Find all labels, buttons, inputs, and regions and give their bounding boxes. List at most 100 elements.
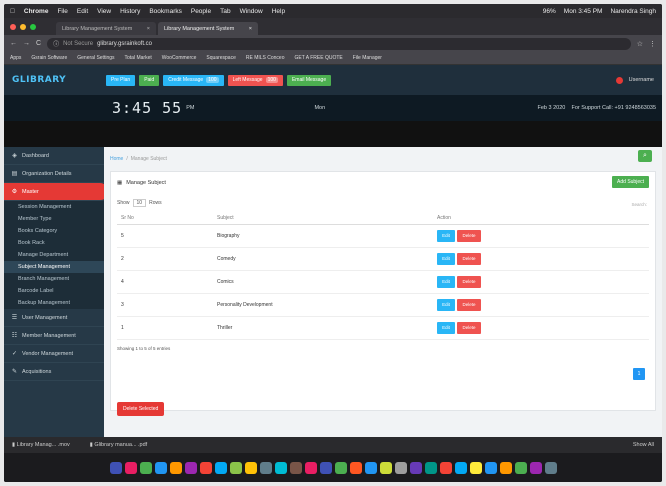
submenu-books-category[interactable]: Books Category [4,225,104,237]
delete-button[interactable]: Delete [457,229,481,242]
bookmark-item[interactable]: Apps [10,55,21,61]
download-item[interactable]: ▮ Library Manag... .mov [12,442,70,448]
menu-history[interactable]: History [120,8,140,15]
delete-button[interactable]: Delete [457,321,481,334]
bookmark-item[interactable]: General Settings [77,55,114,61]
forward-icon[interactable]: → [23,40,30,47]
menu-file[interactable]: File [57,8,67,15]
email-message-button[interactable]: Email Message [286,74,332,86]
add-subject-button[interactable]: Add Subject [612,176,649,188]
menu-help[interactable]: Help [272,8,285,15]
dock-app-icon[interactable] [259,461,272,474]
edit-button[interactable]: Edit [437,252,455,265]
delete-button[interactable]: Delete [457,275,481,288]
bookmark-item[interactable]: GET A FREE QUOTE [295,55,343,61]
dock-app-icon[interactable] [454,461,467,474]
sidebar-item-organization[interactable]: ▤ Organization Details [4,165,104,183]
search-button[interactable]: ⌕ [638,150,652,162]
dock-app-icon[interactable] [169,461,182,474]
user-name[interactable]: Narendra Singh [610,8,656,15]
sidebar-item-acquisitions[interactable]: ✎ Acquisitions [4,363,104,381]
browser-tab[interactable]: Library Management System × [56,22,156,35]
left-message-button[interactable]: Left Message 100 [227,74,283,86]
menu-tab[interactable]: Tab [220,8,230,15]
battery-status[interactable]: 96% [543,8,556,15]
info-icon[interactable]: ⓘ [53,39,59,48]
column-header-srno[interactable]: Sr No [117,212,217,225]
browser-tab-active[interactable]: Library Management System × [158,22,258,35]
dock-app-icon[interactable] [364,461,377,474]
dock-app-icon[interactable] [139,461,152,474]
page-button[interactable]: 1 [633,368,645,380]
system-clock[interactable]: Mon 3:45 PM [564,8,603,15]
menu-people[interactable]: People [191,8,211,15]
submenu-book-rack[interactable]: Book Rack [4,237,104,249]
show-all-button[interactable]: Show All [633,442,654,448]
address-bar[interactable]: ⓘ Not Secure glibrary.gsrainkoft.co [47,37,631,50]
edit-button[interactable]: Edit [437,321,455,334]
edit-button[interactable]: Edit [437,275,455,288]
bookmark-item[interactable]: Squarespace [206,55,235,61]
submenu-member-type[interactable]: Member Type [4,213,104,225]
dock-app-icon[interactable] [484,461,497,474]
edit-button[interactable]: Edit [437,229,455,242]
submenu-subject-management[interactable]: Subject Management [4,261,104,273]
dock-app-icon[interactable] [154,461,167,474]
dock-app-icon[interactable] [349,461,362,474]
bookmark-item[interactable]: Gsrain Software [31,55,67,61]
bookmark-item[interactable]: File Manager [353,55,382,61]
dock-app-icon[interactable] [289,461,302,474]
dock-app-icon[interactable] [529,461,542,474]
menu-view[interactable]: View [97,8,111,15]
back-icon[interactable]: ← [10,40,17,47]
menu-window[interactable]: Window [240,8,263,15]
dock-app-icon[interactable] [214,461,227,474]
close-window-button[interactable] [10,23,16,30]
dock-app-icon[interactable] [334,461,347,474]
dock-app-icon[interactable] [544,461,557,474]
dock-app-icon[interactable] [424,461,437,474]
notification-icon[interactable] [615,76,623,84]
entries-select[interactable]: 10 [132,199,147,207]
delete-button[interactable]: Delete [457,252,481,265]
sidebar-item-user-management[interactable]: ☰ User Management [4,309,104,327]
menu-dots-icon[interactable]: ⋮ [649,40,656,48]
sidebar-item-master[interactable]: ⚙ Master [4,183,104,201]
submenu-branch-management[interactable]: Branch Management [4,273,104,285]
dock-app-icon[interactable] [439,461,452,474]
reload-icon[interactable]: C [36,40,41,47]
search-label[interactable]: Search: [631,202,647,207]
menu-app-name[interactable]: Chrome [24,8,49,15]
dock-app-icon[interactable] [244,461,257,474]
dock-app-icon[interactable] [274,461,287,474]
dock-app-icon[interactable] [319,461,332,474]
delete-button[interactable]: Delete [457,298,481,311]
menu-edit[interactable]: Edit [77,8,88,15]
submenu-barcode-label[interactable]: Barcode Label [4,285,104,297]
bookmark-item[interactable]: RE MILS Conceo [246,55,285,61]
dock-app-icon[interactable] [304,461,317,474]
submenu-manage-department[interactable]: Manage Department [4,249,104,261]
edit-button[interactable]: Edit [437,298,455,311]
dock-app-icon[interactable] [229,461,242,474]
username[interactable]: Username [629,77,654,83]
sidebar-item-dashboard[interactable]: ◈ Dashboard [4,147,104,165]
delete-selected-button[interactable]: Delete Selected [117,402,165,416]
download-item[interactable]: ▮ Glibrary manua... .pdf [90,442,147,448]
star-icon[interactable]: ☆ [637,40,643,48]
dock-app-icon[interactable] [394,461,407,474]
submenu-backup-management[interactable]: Backup Management [4,297,104,309]
apple-icon[interactable]:  [10,8,15,15]
credit-message-button[interactable]: Credit Message 100 [163,74,224,86]
bookmark-item[interactable]: WooCommerce [162,55,197,61]
column-header-subject[interactable]: Subject [217,212,437,225]
minimize-window-button[interactable] [20,23,26,30]
dock-app-icon[interactable] [124,461,137,474]
app-logo[interactable]: GLIBRARY [12,75,102,85]
dock-app-icon[interactable] [199,461,212,474]
close-tab-icon[interactable]: × [147,26,150,32]
maximize-window-button[interactable] [30,23,36,30]
dock-app-icon[interactable] [409,461,422,474]
dock-app-icon[interactable] [379,461,392,474]
breadcrumb-home[interactable]: Home [110,156,123,162]
